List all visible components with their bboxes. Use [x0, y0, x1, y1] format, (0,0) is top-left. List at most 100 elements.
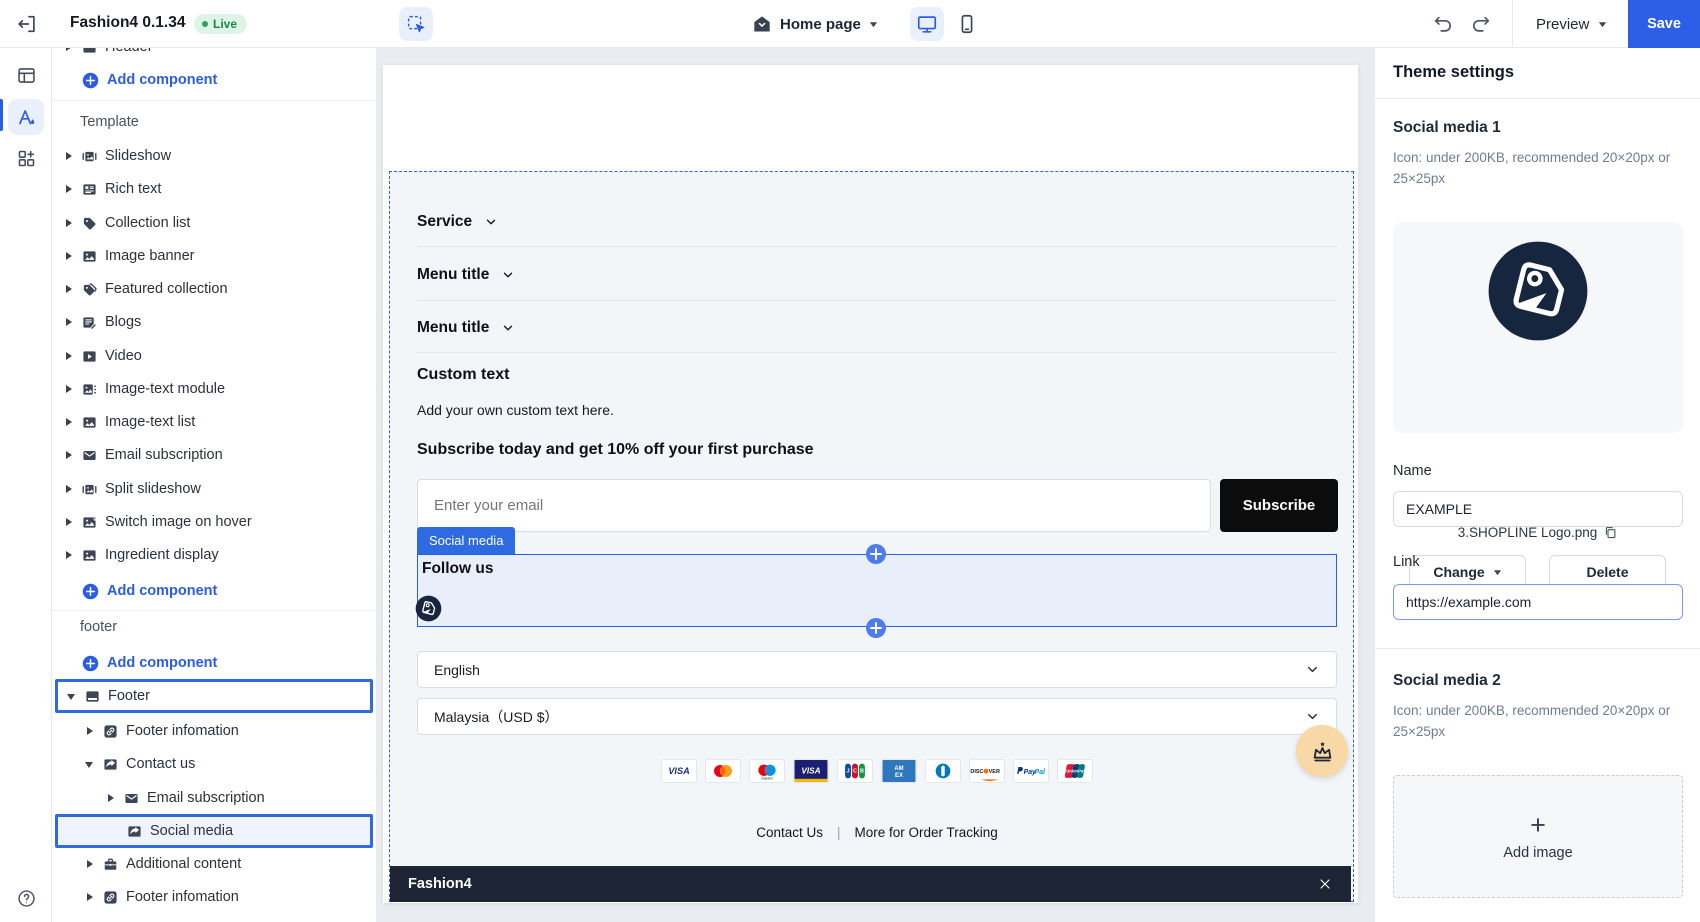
caret-down-icon[interactable]: [85, 759, 95, 769]
caret-right-icon[interactable]: [64, 284, 74, 294]
sidebar-item-email-subscription[interactable]: Email subscription: [52, 783, 376, 813]
share-icon: [103, 757, 118, 772]
sidebar-item-image-banner[interactable]: Image banner: [52, 241, 376, 271]
caret-right-icon[interactable]: [64, 417, 74, 427]
shopline-logo-social-icon[interactable]: [415, 595, 442, 622]
divider: [52, 100, 376, 101]
preview-button[interactable]: Preview: [1536, 11, 1607, 37]
name-input[interactable]: [1393, 491, 1683, 527]
sidebar-item-additional-content[interactable]: Additional content: [52, 849, 376, 879]
caret-spacer: [109, 826, 119, 836]
sidebar-item-collection-list[interactable]: Collection list: [52, 208, 376, 238]
caret-right-icon[interactable]: [64, 251, 74, 261]
caret-right-icon[interactable]: [106, 793, 116, 803]
page-selector[interactable]: Home page: [752, 11, 878, 37]
caret-right-icon[interactable]: [64, 484, 74, 494]
caret-right-icon[interactable]: [64, 48, 74, 52]
caret-right-icon[interactable]: [64, 317, 74, 327]
link-input[interactable]: [1393, 584, 1683, 620]
link-separator: |: [837, 825, 841, 840]
sidebar-item-slideshow[interactable]: Slideshow: [52, 141, 376, 171]
caret-right-icon[interactable]: [64, 218, 74, 228]
sidebar-item-header[interactable]: Header: [52, 48, 376, 62]
svg-text:AM: AM: [894, 766, 903, 772]
store-name-bar: Fashion4: [390, 866, 1351, 902]
page-selector-label: Home page: [780, 16, 861, 33]
sidebar-item-rich-text[interactable]: Rich text: [52, 174, 376, 204]
sidebar-item-blogs[interactable]: Blogs: [52, 307, 376, 337]
theme-design-nav-button[interactable]: [8, 99, 44, 135]
sidebar-item-image-text-list[interactable]: Image-text list: [52, 407, 376, 437]
mobile-view-button[interactable]: [950, 7, 984, 41]
add-block-above-button[interactable]: [865, 543, 887, 565]
email-input[interactable]: [417, 479, 1211, 532]
add-block-below-button[interactable]: [865, 617, 887, 639]
caret-right-icon[interactable]: [85, 726, 95, 736]
crown-icon: [1309, 738, 1336, 765]
help-button[interactable]: [8, 880, 44, 916]
caret-right-icon[interactable]: [64, 351, 74, 361]
image-filename: 3.SHOPLINE Logo.png: [1458, 525, 1598, 540]
close-icon[interactable]: [1317, 876, 1333, 892]
plus-circle-icon: [82, 655, 99, 672]
apps-nav-button[interactable]: [8, 140, 44, 176]
preview-button-label: Preview: [1536, 16, 1589, 33]
add-component-label: Add component: [107, 655, 217, 671]
footer-menu-title-2[interactable]: Menu title: [417, 313, 515, 343]
contact-us-link[interactable]: Contact Us: [756, 825, 823, 840]
caret-right-icon[interactable]: [64, 517, 74, 527]
sidebar-item-footer-infomation[interactable]: Footer infomation: [52, 716, 376, 746]
footer-menu-service[interactable]: Service: [417, 207, 498, 237]
caret-right-icon[interactable]: [64, 151, 74, 161]
sidebar-item-image-text-module[interactable]: Image-text module: [52, 374, 376, 404]
footer-menu-title-1[interactable]: Menu title: [417, 260, 515, 290]
panel-title: Theme settings: [1393, 63, 1514, 82]
sidebar-item-contact-us[interactable]: Contact us: [52, 749, 376, 779]
sidebar-item-ingredient-display[interactable]: Ingredient display: [52, 540, 376, 570]
sidebar-item-label: Blogs: [105, 314, 141, 330]
add-component-label: Add component: [107, 583, 217, 599]
sidebar-item-split-slideshow[interactable]: Split slideshow: [52, 474, 376, 504]
caret-down-icon[interactable]: [67, 691, 77, 701]
caret-right-icon[interactable]: [64, 450, 74, 460]
select-tool-button[interactable]: [399, 7, 433, 41]
sidebar-item-footer[interactable]: Footer: [55, 679, 373, 713]
collapse-editor-button[interactable]: [16, 12, 40, 36]
payment-discover-icon: DISCVER: [969, 759, 1005, 783]
payment-paypal-icon: PayPal: [1013, 759, 1049, 783]
undo-button[interactable]: [1432, 12, 1456, 36]
desktop-view-button[interactable]: [910, 7, 944, 41]
add-component-button[interactable]: Add component: [52, 65, 376, 95]
country-currency-select[interactable]: Malaysia（USD $）: [417, 698, 1337, 735]
redo-icon: [1470, 13, 1494, 35]
add-component-button[interactable]: Add component: [52, 576, 376, 606]
subscribe-button[interactable]: Subscribe: [1220, 479, 1338, 532]
sidebar-item-video[interactable]: Video: [52, 341, 376, 371]
sidebar-item-switch-image-on-hover[interactable]: Switch image on hover: [52, 507, 376, 537]
sidebar-item-email-subscription[interactable]: Email subscription: [52, 440, 376, 470]
social-media-2-heading: Social media 2: [1393, 672, 1501, 690]
caret-right-icon[interactable]: [64, 550, 74, 560]
caret-right-icon[interactable]: [64, 384, 74, 394]
payment-amex-icon: AMEX: [881, 759, 917, 783]
divider: [417, 300, 1337, 301]
caret-right-icon[interactable]: [85, 859, 95, 869]
language-select[interactable]: English: [417, 651, 1337, 688]
caret-right-icon[interactable]: [64, 184, 74, 194]
sidebar-item-label: Footer infomation: [126, 723, 239, 739]
preview-canvas: Service Menu title Menu title Custom tex…: [377, 48, 1374, 922]
add-image-dropzone[interactable]: + Add image: [1393, 775, 1683, 898]
add-component-button[interactable]: Add component: [52, 648, 376, 678]
redo-button[interactable]: [1470, 12, 1494, 36]
social-media-component-tag: Social media: [417, 527, 515, 554]
sidebar-item-footer-infomation[interactable]: Footer infomation: [52, 882, 376, 912]
payment-diners-icon: [925, 759, 961, 783]
copy-icon[interactable]: [1603, 525, 1618, 540]
order-tracking-link[interactable]: More for Order Tracking: [855, 825, 998, 840]
sections-nav-button[interactable]: [8, 57, 44, 93]
caret-right-icon[interactable]: [85, 892, 95, 902]
sidebar-item-social-media[interactable]: Social media: [55, 814, 373, 848]
sidebar-item-featured-collection[interactable]: Featured collection: [52, 274, 376, 304]
rewards-widget-button[interactable]: [1296, 725, 1348, 777]
save-button[interactable]: Save: [1628, 0, 1700, 48]
